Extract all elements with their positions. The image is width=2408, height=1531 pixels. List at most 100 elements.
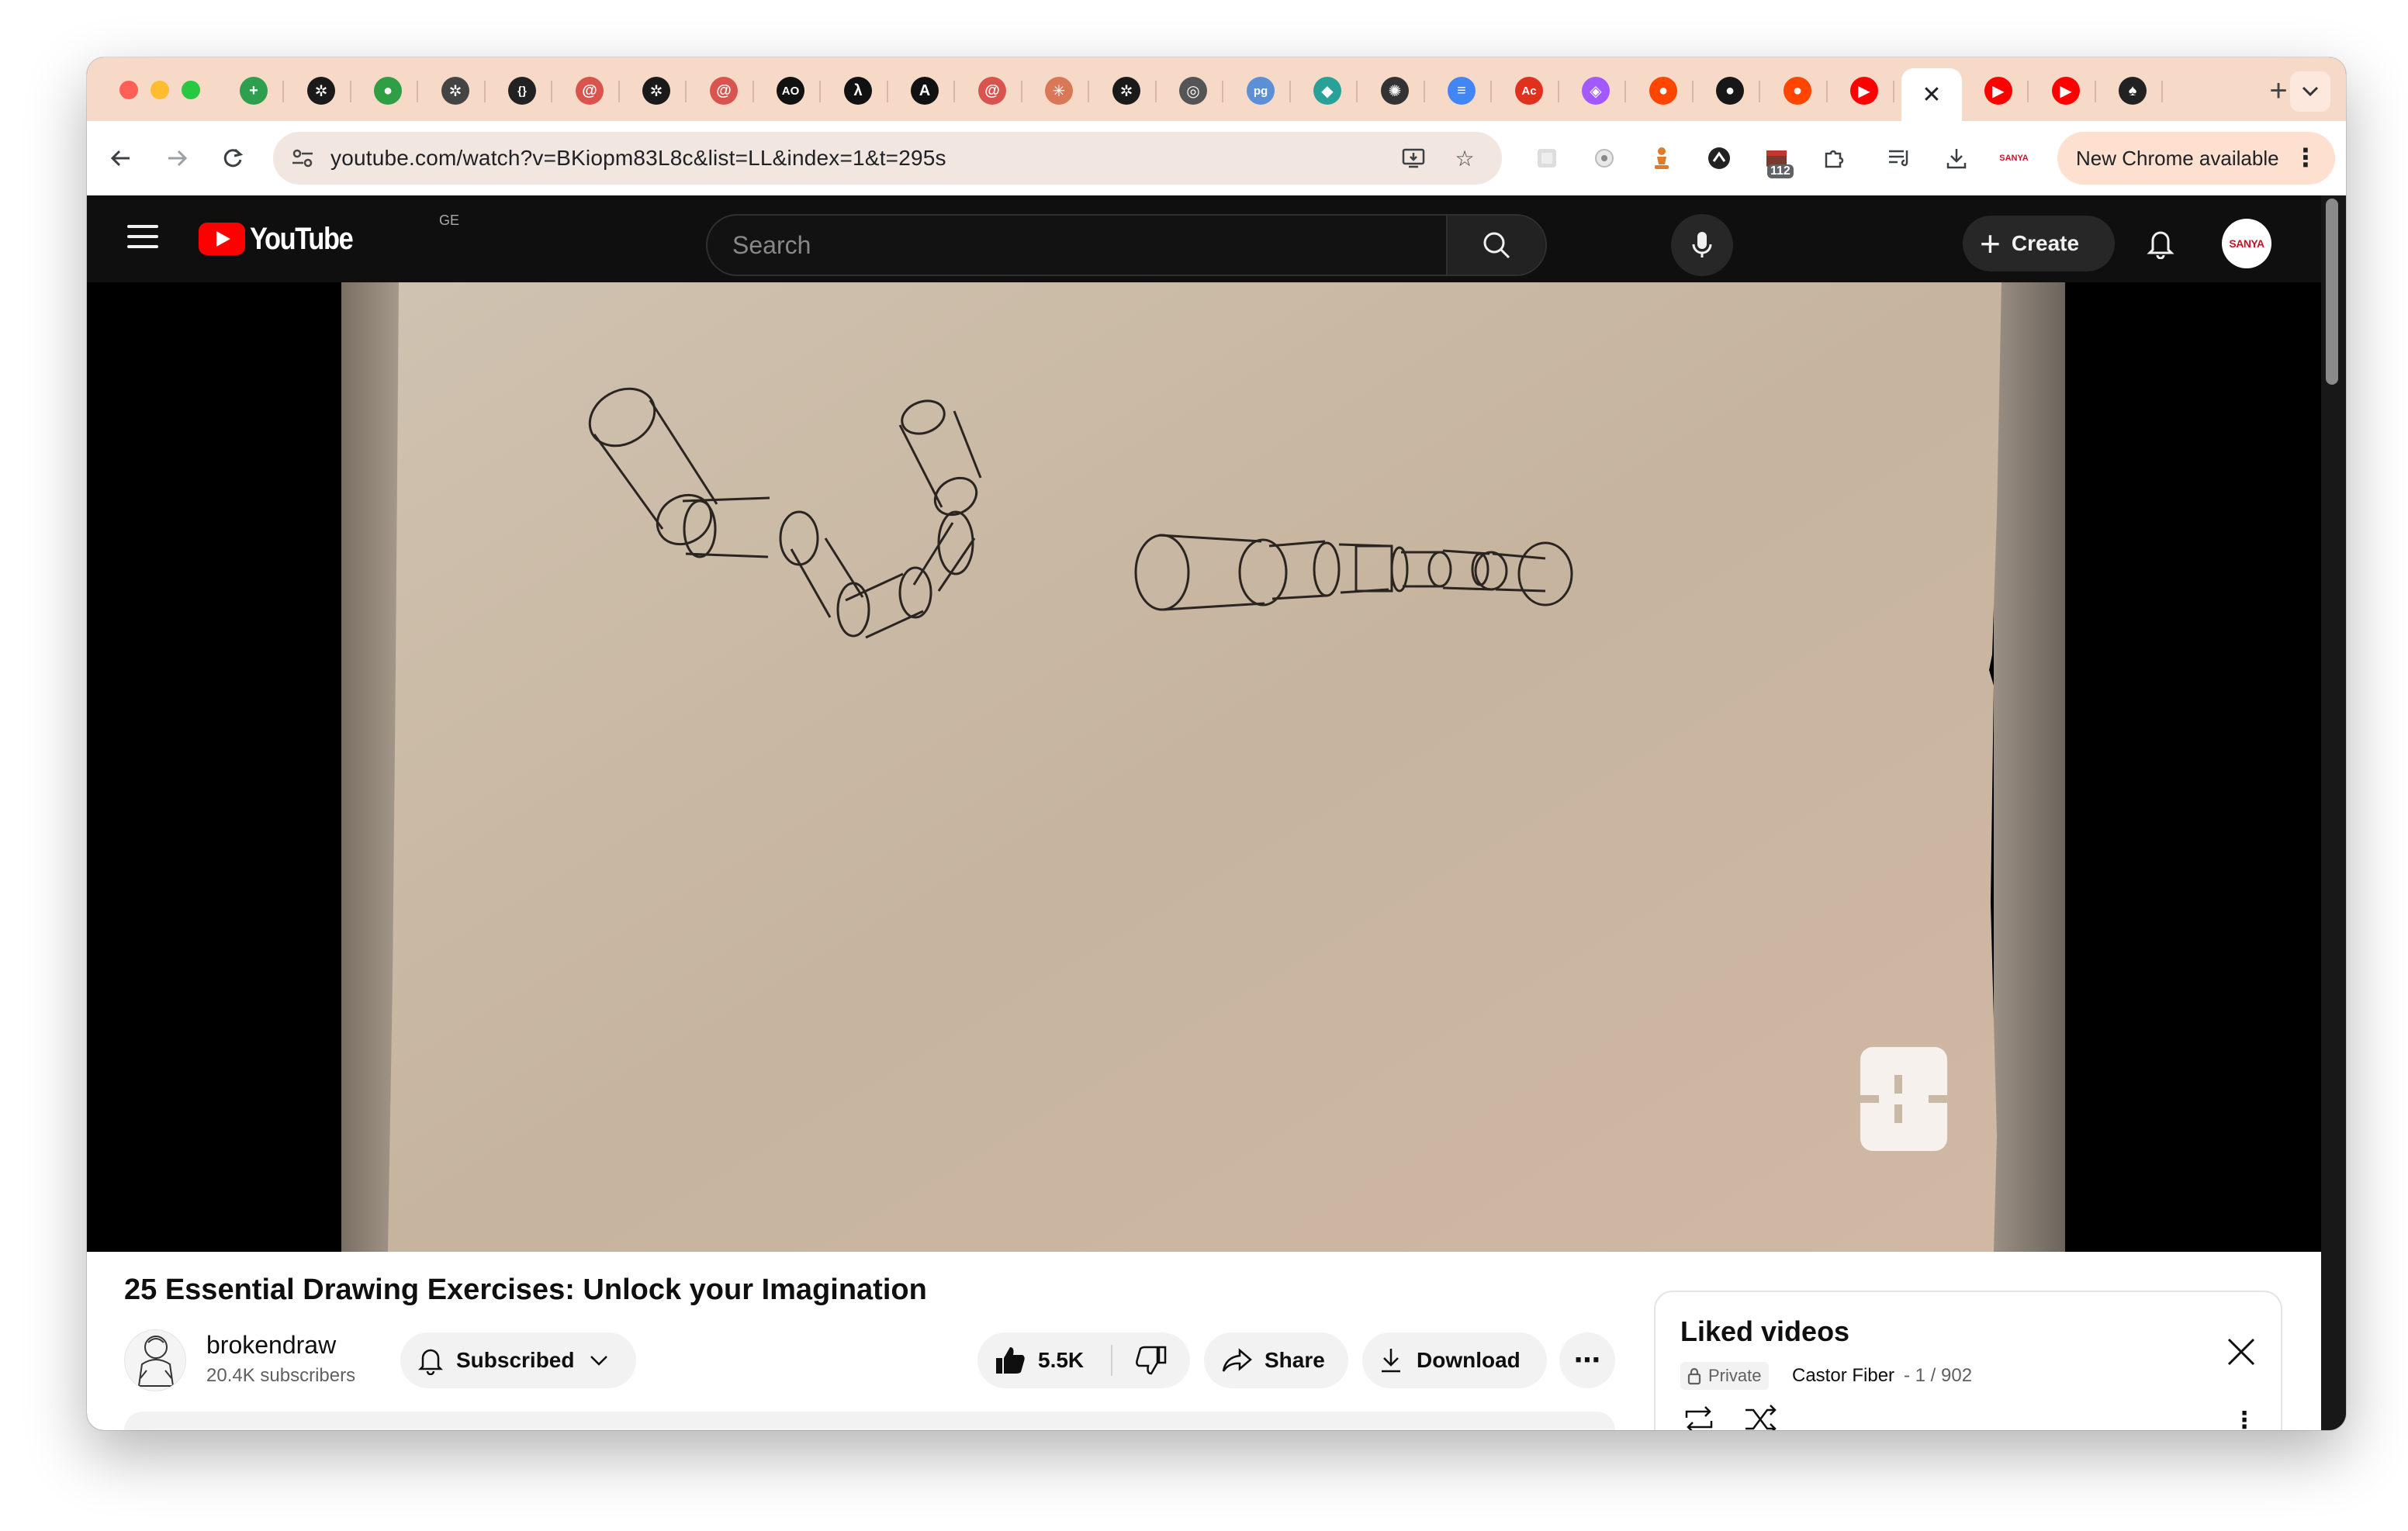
close-playlist-button[interactable] bbox=[2222, 1332, 2261, 1371]
site-settings-icon[interactable] bbox=[287, 143, 318, 174]
new-chrome-available-button[interactable]: New Chrome available ⋮ bbox=[2057, 132, 2335, 185]
share-button[interactable]: Share bbox=[1204, 1332, 1348, 1388]
extension-chess-icon[interactable] bbox=[1642, 138, 1682, 178]
browser-tab[interactable]: ▶ bbox=[1834, 68, 1894, 113]
browser-tab[interactable]: ✲ bbox=[1096, 68, 1157, 113]
more-actions-button[interactable]: ⋯ bbox=[1559, 1332, 1615, 1388]
channel-name[interactable]: brokendraw bbox=[206, 1331, 336, 1360]
forward-button[interactable] bbox=[154, 135, 200, 181]
playlist-panel: Liked videos Private Castor Fiber - 1 / … bbox=[1654, 1291, 2282, 1430]
voice-search-button[interactable] bbox=[1671, 214, 1733, 276]
video-player[interactable]: 8 bbox=[87, 282, 2321, 1252]
browser-tab[interactable]: ✺ bbox=[1365, 68, 1425, 113]
browser-tab[interactable]: ◎ bbox=[1163, 68, 1223, 113]
browser-tab[interactable]: + bbox=[223, 68, 284, 113]
browser-tab[interactable]: ▶ bbox=[1968, 68, 2029, 113]
browser-tab[interactable]: AO bbox=[760, 68, 821, 113]
back-button[interactable] bbox=[98, 135, 144, 181]
browser-tab[interactable]: ▶ bbox=[2036, 68, 2096, 113]
browser-tab[interactable]: A bbox=[894, 68, 955, 113]
globe-favicon: ◎ bbox=[1179, 77, 1207, 105]
install-app-icon[interactable] bbox=[1396, 141, 1431, 175]
search-input[interactable] bbox=[708, 216, 1434, 275]
browser-tab[interactable]: ● bbox=[1767, 68, 1828, 113]
channel-avatar[interactable] bbox=[124, 1329, 186, 1391]
lock-icon bbox=[1687, 1367, 1701, 1385]
hamburger-menu-icon[interactable] bbox=[127, 225, 158, 253]
media-controls-icon[interactable] bbox=[1879, 138, 1919, 178]
url-text[interactable]: youtube.com/watch?v=BKiopm83L8c&list=LL&… bbox=[330, 146, 946, 171]
like-button[interactable]: 5.5K bbox=[977, 1332, 1111, 1388]
at-sign-favicon: @ bbox=[978, 77, 1006, 105]
browser-tab[interactable]: ● bbox=[1700, 68, 1760, 113]
tab-separator bbox=[953, 81, 955, 102]
browser-tab[interactable]: ✲ bbox=[291, 68, 351, 113]
tab-active[interactable]: ✕ bbox=[1901, 68, 1962, 121]
tab-separator bbox=[1222, 81, 1223, 102]
page-scrollbar-thumb[interactable] bbox=[2326, 199, 2338, 385]
maximize-window-button[interactable] bbox=[182, 81, 200, 99]
tab-separator bbox=[2161, 81, 2163, 102]
browser-tab[interactable]: @ bbox=[559, 68, 620, 113]
browser-tab[interactable]: Ac bbox=[1499, 68, 1559, 113]
dislike-button[interactable] bbox=[1112, 1332, 1190, 1388]
forward-arrow-icon bbox=[168, 150, 188, 167]
downloads-icon[interactable] bbox=[1936, 138, 1977, 178]
create-button[interactable]: + Create bbox=[1963, 216, 2115, 271]
extension-grid-icon[interactable] bbox=[1527, 138, 1567, 178]
bookmark-star-icon[interactable]: ☆ bbox=[1448, 141, 1482, 175]
tab-separator bbox=[1021, 81, 1022, 102]
video-frame[interactable]: 8 bbox=[341, 282, 2065, 1252]
channel-avatar-drawing bbox=[137, 1336, 175, 1387]
browser-tab[interactable]: @ bbox=[962, 68, 1022, 113]
extension-dark-circle-icon[interactable] bbox=[1699, 138, 1739, 178]
country-code: GE bbox=[439, 213, 460, 228]
browser-tab[interactable]: λ bbox=[828, 68, 888, 113]
extensions-puzzle-icon[interactable] bbox=[1814, 138, 1854, 178]
browser-tab[interactable]: pg bbox=[1230, 68, 1291, 113]
tab-separator bbox=[685, 81, 687, 102]
browser-tab[interactable]: ◈ bbox=[1566, 68, 1626, 113]
notifications-button[interactable] bbox=[2135, 217, 2186, 268]
tab-separator bbox=[417, 81, 418, 102]
close-icon bbox=[2227, 1338, 2255, 1366]
address-bar[interactable]: youtube.com/watch?v=BKiopm83L8c&list=LL&… bbox=[273, 132, 1502, 185]
browser-tab[interactable]: ✲ bbox=[626, 68, 687, 113]
browser-tab[interactable]: ◆ bbox=[1297, 68, 1358, 113]
youtube-logo[interactable]: YouTube GE bbox=[199, 213, 459, 256]
bell-icon bbox=[417, 1346, 444, 1375]
profile-icon[interactable]: SANYA bbox=[1994, 138, 2034, 178]
browser-tab[interactable]: {} bbox=[492, 68, 552, 113]
browser-tab[interactable]: ● bbox=[1633, 68, 1694, 113]
extension-eye-icon[interactable] bbox=[1584, 138, 1624, 178]
playlist-owner[interactable]: Castor Fiber bbox=[1792, 1365, 1894, 1387]
tab-separator bbox=[484, 81, 486, 102]
subscribed-button[interactable]: Subscribed bbox=[400, 1332, 636, 1388]
shuffle-playlist-button[interactable] bbox=[1742, 1404, 1780, 1430]
browser-tab[interactable]: ♠ bbox=[2102, 68, 2163, 113]
minimize-window-button[interactable] bbox=[150, 81, 169, 99]
browser-tab[interactable]: ✳ bbox=[1029, 68, 1089, 113]
playlist-title[interactable]: Liked videos bbox=[1680, 1315, 1849, 1348]
description-box[interactable] bbox=[124, 1412, 1615, 1430]
kebab-menu-icon[interactable]: ⋮ bbox=[2293, 143, 2318, 172]
tab-separator bbox=[350, 81, 351, 102]
reload-button[interactable] bbox=[209, 135, 256, 181]
download-button[interactable]: Download bbox=[1362, 1332, 1547, 1388]
thumbs-up-icon bbox=[995, 1346, 1026, 1375]
browser-tab[interactable]: ✲ bbox=[425, 68, 486, 113]
ao-favicon: AO bbox=[777, 77, 804, 105]
search-button[interactable] bbox=[1446, 216, 1545, 275]
loop-playlist-button[interactable] bbox=[1680, 1404, 1718, 1430]
browser-tab[interactable]: ● bbox=[358, 68, 418, 113]
reddit-favicon: ● bbox=[1784, 77, 1811, 105]
extension-calendar-icon[interactable]: 112 bbox=[1756, 138, 1797, 178]
tab-search-button[interactable] bbox=[2290, 71, 2330, 112]
close-icon[interactable]: ✕ bbox=[1918, 81, 1946, 109]
browser-tab[interactable]: ≡ bbox=[1431, 68, 1492, 113]
account-avatar[interactable]: SANYA bbox=[2222, 219, 2271, 268]
close-window-button[interactable] bbox=[119, 81, 138, 99]
playlist-more-icon[interactable]: ⋮ bbox=[2233, 1407, 2256, 1430]
back-arrow-icon bbox=[110, 150, 130, 167]
browser-tab[interactable]: @ bbox=[694, 68, 754, 113]
